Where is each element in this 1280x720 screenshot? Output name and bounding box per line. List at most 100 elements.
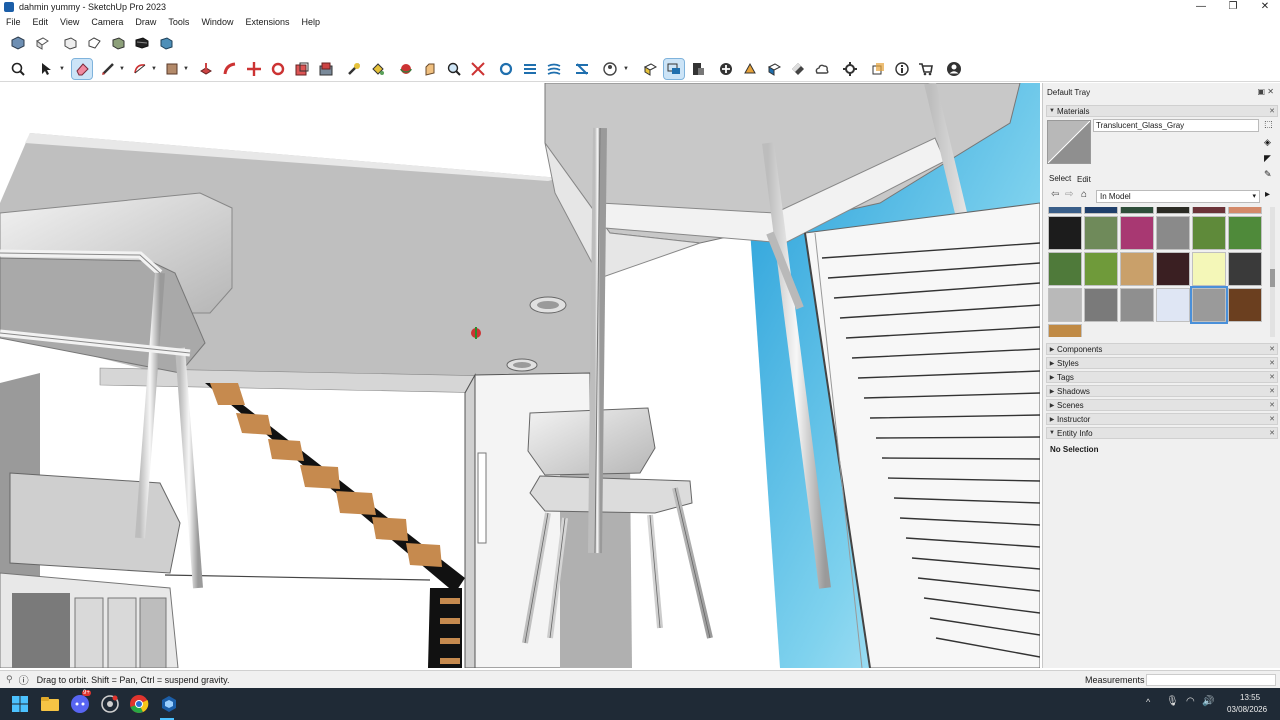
material-swatch[interactable] bbox=[1192, 216, 1226, 250]
arc-icon[interactable] bbox=[130, 59, 150, 79]
geo-icon[interactable] bbox=[740, 59, 760, 79]
pencil-line-icon[interactable] bbox=[98, 59, 118, 79]
info-icon[interactable] bbox=[892, 59, 912, 79]
tray-window-buttons[interactable]: ▣ ✕ bbox=[1258, 87, 1274, 96]
rotate-icon[interactable] bbox=[268, 59, 288, 79]
model-viewport[interactable] bbox=[0, 83, 1040, 668]
menu-window[interactable]: Window bbox=[195, 14, 239, 30]
swatch-scrollbar[interactable] bbox=[1270, 207, 1275, 337]
menu-file[interactable]: File bbox=[0, 14, 27, 30]
forward-arrow-icon[interactable]: ⇨ bbox=[1065, 189, 1073, 200]
back-view-icon[interactable] bbox=[108, 33, 128, 53]
material-swatch[interactable] bbox=[1192, 252, 1226, 286]
panel-close-icon[interactable]: ✕ bbox=[1269, 429, 1275, 437]
add-location-icon[interactable] bbox=[716, 59, 736, 79]
material-swatch[interactable] bbox=[1084, 207, 1118, 214]
material-swatch[interactable] bbox=[1228, 252, 1262, 286]
scale-icon[interactable] bbox=[292, 59, 312, 79]
material-swatch[interactable] bbox=[1120, 216, 1154, 250]
select-icon[interactable] bbox=[36, 59, 56, 79]
discord-icon[interactable]: 9+ bbox=[68, 690, 92, 716]
shadows-panel-header[interactable]: ▶ Shadows ✕ bbox=[1046, 385, 1278, 397]
cart-icon[interactable] bbox=[916, 59, 936, 79]
tab-edit[interactable]: Edit bbox=[1077, 175, 1091, 184]
panel-close-icon[interactable]: ✕ bbox=[1269, 387, 1275, 395]
right-view-icon[interactable] bbox=[84, 33, 104, 53]
material-swatch[interactable] bbox=[1084, 252, 1118, 286]
material-name-field[interactable]: Translucent_Glass_Gray bbox=[1093, 119, 1259, 132]
minimize-button[interactable]: — bbox=[1184, 0, 1218, 14]
texture-icon[interactable] bbox=[764, 59, 784, 79]
extension-warehouse-icon[interactable] bbox=[663, 58, 685, 80]
display-section-icon[interactable] bbox=[520, 59, 540, 79]
instructor-panel-header[interactable]: ▶ Instructor ✕ bbox=[1046, 413, 1278, 425]
microphone-icon[interactable]: 🎙 bbox=[1166, 696, 1179, 707]
rectangle-icon[interactable] bbox=[162, 59, 182, 79]
left-view-icon[interactable] bbox=[132, 33, 152, 53]
panel-close-icon[interactable]: ✕ bbox=[1269, 359, 1275, 367]
materials-panel-header[interactable]: ▼ Materials ✕ bbox=[1046, 105, 1278, 117]
material-swatch[interactable] bbox=[1192, 207, 1226, 214]
scenes-panel-header[interactable]: ▶ Scenes ✕ bbox=[1046, 399, 1278, 411]
menu-extensions[interactable]: Extensions bbox=[239, 14, 295, 30]
arc-dropdown-caret[interactable]: ▼ bbox=[151, 66, 157, 72]
material-swatch[interactable] bbox=[1228, 207, 1262, 214]
style-icon[interactable] bbox=[600, 59, 620, 79]
tray-overflow-caret[interactable]: ^ bbox=[1146, 697, 1150, 707]
scrollbar-thumb[interactable] bbox=[1270, 269, 1275, 287]
windows-start-icon[interactable] bbox=[8, 692, 32, 716]
push-pull-icon[interactable] bbox=[196, 59, 216, 79]
material-swatch[interactable] bbox=[1084, 216, 1118, 250]
component-icon[interactable] bbox=[868, 59, 888, 79]
display-secondary-icon[interactable]: ◈ bbox=[1264, 137, 1271, 148]
cloud-icon[interactable] bbox=[812, 59, 832, 79]
section-plane-icon[interactable] bbox=[496, 59, 516, 79]
taskbar-time[interactable]: 13:55 bbox=[1240, 693, 1260, 702]
warehouse-icon[interactable] bbox=[640, 59, 660, 79]
github-desktop-icon[interactable] bbox=[98, 692, 122, 716]
details-arrow-icon[interactable]: ▸ bbox=[1265, 189, 1270, 200]
tags-panel-header[interactable]: ▶ Tags ✕ bbox=[1046, 371, 1278, 383]
material-swatch[interactable] bbox=[1084, 288, 1118, 322]
create-material-icon[interactable]: ⬚ bbox=[1264, 119, 1273, 130]
sketchup-taskbar-icon[interactable] bbox=[157, 692, 181, 716]
wifi-icon[interactable]: ◠ bbox=[1186, 696, 1195, 707]
taskbar-date[interactable]: 03/08/2026 bbox=[1227, 705, 1267, 714]
back-arrow-icon[interactable]: ⇦ bbox=[1051, 189, 1059, 200]
material-swatch[interactable] bbox=[1156, 207, 1190, 214]
display-cuts-icon[interactable] bbox=[544, 59, 564, 79]
move-icon[interactable] bbox=[244, 59, 264, 79]
layout-icon[interactable] bbox=[688, 59, 708, 79]
section-fill-icon[interactable] bbox=[572, 59, 592, 79]
material-swatch[interactable] bbox=[1156, 252, 1190, 286]
extension-manager-icon[interactable] bbox=[840, 59, 860, 79]
file-explorer-icon[interactable] bbox=[38, 692, 62, 716]
material-swatch[interactable] bbox=[1048, 252, 1082, 286]
pan-icon[interactable] bbox=[420, 59, 440, 79]
volume-icon[interactable]: 🔊 bbox=[1202, 696, 1214, 707]
follow-me-icon[interactable] bbox=[220, 59, 240, 79]
reset-material-icon[interactable]: ◤ bbox=[1264, 153, 1271, 164]
panel-close-icon[interactable]: ✕ bbox=[1269, 373, 1275, 381]
sample-paint-icon[interactable]: ✎ bbox=[1264, 169, 1272, 180]
entity-info-panel-header[interactable]: ▼ Entity Info ✕ bbox=[1046, 427, 1278, 439]
panel-close-icon[interactable]: ✕ bbox=[1269, 415, 1275, 423]
material-swatch[interactable] bbox=[1048, 207, 1082, 214]
material-swatch[interactable] bbox=[1156, 288, 1190, 322]
bottom-view-icon[interactable] bbox=[156, 33, 176, 53]
chrome-icon[interactable] bbox=[127, 692, 151, 716]
styles-panel-header[interactable]: ▶ Styles ✕ bbox=[1046, 357, 1278, 369]
iso-view-icon[interactable] bbox=[8, 33, 28, 53]
components-panel-header[interactable]: ▶ Components ✕ bbox=[1046, 343, 1278, 355]
offset-icon[interactable] bbox=[316, 59, 336, 79]
checker-icon[interactable] bbox=[788, 59, 808, 79]
shape-dropdown-caret[interactable]: ▼ bbox=[183, 66, 189, 72]
paint-bucket-icon[interactable] bbox=[368, 59, 388, 79]
zoom-extents-icon[interactable] bbox=[468, 59, 488, 79]
eraser-icon[interactable] bbox=[71, 58, 93, 80]
material-swatch[interactable] bbox=[1120, 207, 1154, 214]
geo-location-icon[interactable]: ⚲ bbox=[6, 674, 13, 685]
style-dropdown-caret[interactable]: ▼ bbox=[623, 66, 629, 72]
material-swatch[interactable] bbox=[1120, 288, 1154, 322]
zoom-icon[interactable] bbox=[444, 59, 464, 79]
